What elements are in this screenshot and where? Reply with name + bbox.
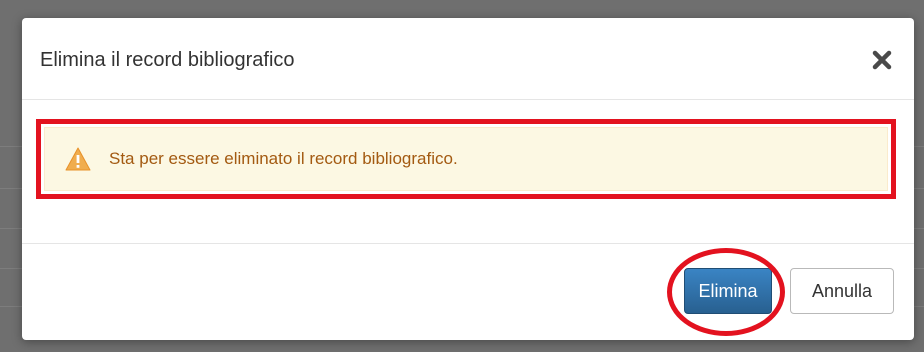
dialog-footer: Elimina Annulla bbox=[22, 244, 914, 340]
alert-highlight-box: Sta per essere eliminato il record bibli… bbox=[36, 119, 896, 199]
dialog-header: Elimina il record bibliografico bbox=[22, 18, 914, 100]
delete-record-dialog: Elimina il record bibliografico Sta per … bbox=[22, 18, 914, 340]
cancel-button[interactable]: Annulla bbox=[790, 268, 894, 314]
alert-message: Sta per essere eliminato il record bibli… bbox=[109, 149, 458, 168]
dialog-body: Sta per essere eliminato il record bibli… bbox=[22, 100, 914, 244]
warning-alert: Sta per essere eliminato il record bibli… bbox=[44, 127, 888, 191]
close-icon bbox=[872, 50, 892, 70]
warning-icon bbox=[65, 147, 91, 171]
delete-button[interactable]: Elimina bbox=[684, 268, 772, 314]
close-button[interactable] bbox=[868, 46, 896, 74]
dialog-title: Elimina il record bibliografico bbox=[40, 49, 295, 71]
